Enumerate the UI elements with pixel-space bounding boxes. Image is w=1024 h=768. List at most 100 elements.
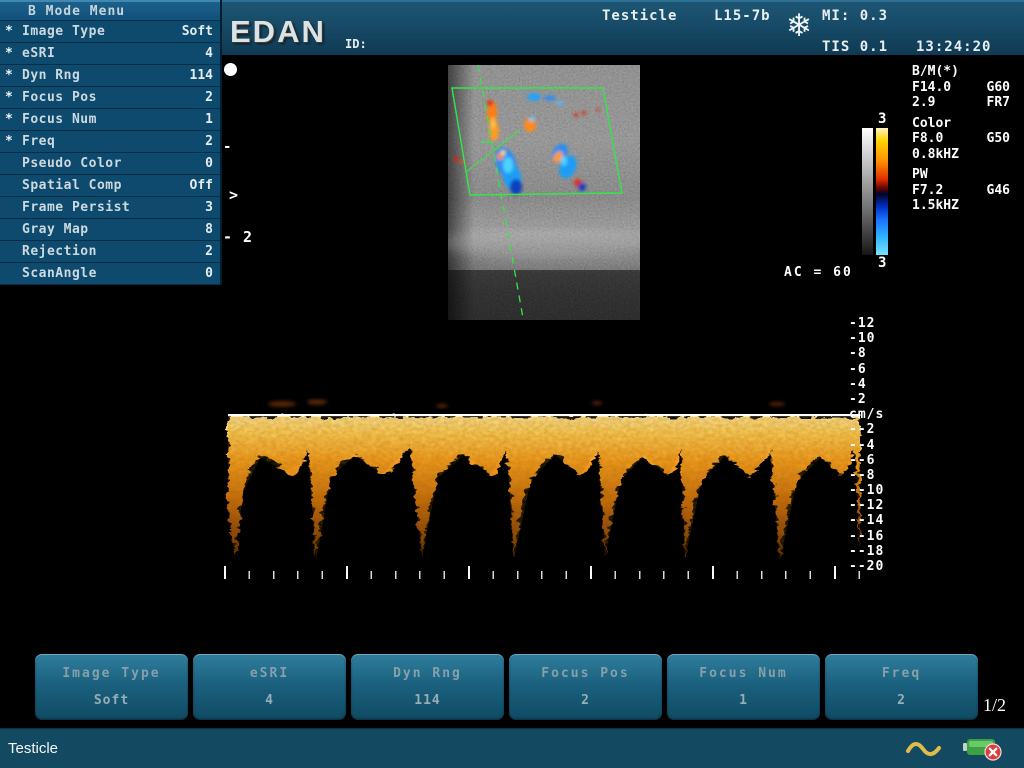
menu-item[interactable]: * Dyn Rng 114 (0, 65, 220, 87)
active-star-marker: * (0, 68, 22, 83)
softkey-button[interactable]: Focus Num 1 (667, 654, 820, 720)
softkey-value: 1 (667, 693, 820, 708)
softkey-value: 114 (351, 693, 504, 708)
scale-tick-label: --12 (849, 498, 884, 513)
softkey-label: eSRI (193, 666, 346, 681)
menu-item-value: 4 (205, 46, 220, 61)
pw-prf: 1.5kHZ (912, 198, 1010, 214)
active-star-marker: * (0, 24, 22, 39)
menu-item-value: 1 (205, 112, 220, 127)
softkey-label: Focus Pos (509, 666, 662, 681)
scale-tick-label: --10 (849, 483, 884, 498)
b-mode-image (448, 65, 640, 320)
menu-item[interactable]: * Focus Num 1 (0, 109, 220, 131)
menu-item-value: 8 (205, 222, 220, 237)
menu-item-value: 0 (205, 266, 220, 281)
menu-item[interactable]: * eSRI 4 (0, 43, 220, 65)
softkey-value: 4 (193, 693, 346, 708)
menu-item-value: 3 (205, 200, 220, 215)
bm-gain: G60 (987, 80, 1010, 96)
menu-item-value: 2 (205, 90, 220, 105)
softkey-value: 2 (825, 693, 978, 708)
softkey-button[interactable]: Freq 2 (825, 654, 978, 720)
menu-item-value: 2 (205, 134, 220, 149)
focus-position-marker: > (229, 186, 238, 204)
menu-item-label: Focus Num (22, 112, 205, 127)
angle-correction-value: AC = 60 (784, 265, 853, 280)
depth-ruler-label: - 2 (223, 228, 253, 246)
menu-title: B Mode Menu (0, 0, 220, 21)
probe-orientation-marker (224, 63, 237, 76)
pw-spectrogram (222, 388, 862, 580)
grayscale-bar (862, 128, 873, 255)
softkey-label: Freq (825, 666, 978, 681)
softkey-button[interactable]: Dyn Rng 114 (351, 654, 504, 720)
scale-tick-label: --4 (849, 438, 884, 453)
freeze-snowflake-icon: ❄ (786, 11, 812, 42)
scale-tick-label: -2 (849, 392, 884, 407)
softkey-button[interactable]: eSRI 4 (193, 654, 346, 720)
b-mode-menu: B Mode Menu * Image Type Soft * eSRI 4 *… (0, 0, 222, 285)
menu-item[interactable]: Frame Persist 3 (0, 197, 220, 219)
pw-gain: G46 (987, 183, 1010, 199)
scale-tick-label: --18 (849, 544, 884, 559)
pw-frequency: F7.2 (912, 183, 943, 199)
menu-item-value: Soft (182, 24, 220, 39)
bm-mode-label: B/M(*) (912, 64, 1010, 80)
bm-depth: 2.9 (912, 95, 935, 111)
color-gain: G50 (987, 131, 1010, 147)
color-prf: 0.8kHZ (912, 147, 1010, 163)
doppler-baseline (228, 414, 860, 416)
menu-item[interactable]: * Image Type Soft (0, 21, 220, 43)
active-star-marker: * (0, 90, 22, 105)
softkey-bar: Image Type Soft eSRI 4 Dyn Rng 114 Focus… (35, 654, 978, 720)
softkey-label: Dyn Rng (351, 666, 504, 681)
menu-item-label: Spatial Comp (22, 178, 190, 193)
color-frequency: F8.0 (912, 131, 943, 147)
menu-item-label: Rejection (22, 244, 205, 259)
ac-power-icon (905, 739, 943, 759)
softkey-value: 2 (509, 693, 662, 708)
menu-item-label: Pseudo Color (22, 156, 205, 171)
patient-id-label: ID: (345, 37, 367, 51)
scale-tick-label: -6 (849, 362, 884, 377)
menu-item[interactable]: Gray Map 8 (0, 219, 220, 241)
softkey-label: Focus Num (667, 666, 820, 681)
depth-ruler-tick: - (223, 139, 231, 155)
menu-items: * Image Type Soft * eSRI 4 * Dyn Rng 114 (0, 21, 220, 285)
exam-type-label: Testicle (602, 8, 677, 24)
menu-item[interactable]: Pseudo Color 0 (0, 153, 220, 175)
softkey-button[interactable]: Focus Pos 2 (509, 654, 662, 720)
velocity-scale: -12 -10 -8 -6 -4 -2 cm/s --2 --4 --6 --8… (849, 316, 884, 574)
status-exam-type: Testicle (8, 740, 58, 757)
menu-item-value: 0 (205, 156, 220, 171)
menu-item-label: Image Type (22, 24, 182, 39)
scale-tick-label: --2 (849, 422, 884, 437)
menu-item-label: eSRI (22, 46, 205, 61)
softkey-page-indicator[interactable]: 1/2 (983, 695, 1006, 716)
menu-item[interactable]: Spatial Comp Off (0, 175, 220, 197)
bm-frame-rate: FR7 (987, 95, 1010, 111)
menu-item-label: Dyn Rng (22, 68, 190, 83)
menu-item[interactable]: * Freq 2 (0, 131, 220, 153)
scale-tick-label: cm/s (849, 407, 884, 422)
menu-item[interactable]: * Focus Pos 2 (0, 87, 220, 109)
color-scale-top-value: 3 (878, 111, 886, 127)
scale-tick-label: --14 (849, 513, 884, 528)
active-star-marker: * (0, 134, 22, 149)
system-clock: 13:24:20 (916, 39, 991, 55)
status-bar: Testicle (0, 728, 1024, 768)
menu-item[interactable]: Rejection 2 (0, 241, 220, 263)
scale-tick-label: -10 (849, 331, 884, 346)
active-star-marker: * (0, 112, 22, 127)
ultrasound-screen: EDAN ID: Testicle L15-7b ❄ MI: 0.3 TIS 0… (0, 0, 1024, 768)
menu-item-label: Frame Persist (22, 200, 205, 215)
softkey-label: Image Type (35, 666, 188, 681)
softkey-button[interactable]: Image Type Soft (35, 654, 188, 720)
menu-item-value: 2 (205, 244, 220, 259)
menu-item-label: Focus Pos (22, 90, 205, 105)
menu-item[interactable]: ScanAngle 0 (0, 263, 220, 285)
probe-name-label: L15-7b (714, 8, 771, 24)
bm-frequency: F14.0 (912, 80, 951, 96)
scale-tick-label: -8 (849, 346, 884, 361)
